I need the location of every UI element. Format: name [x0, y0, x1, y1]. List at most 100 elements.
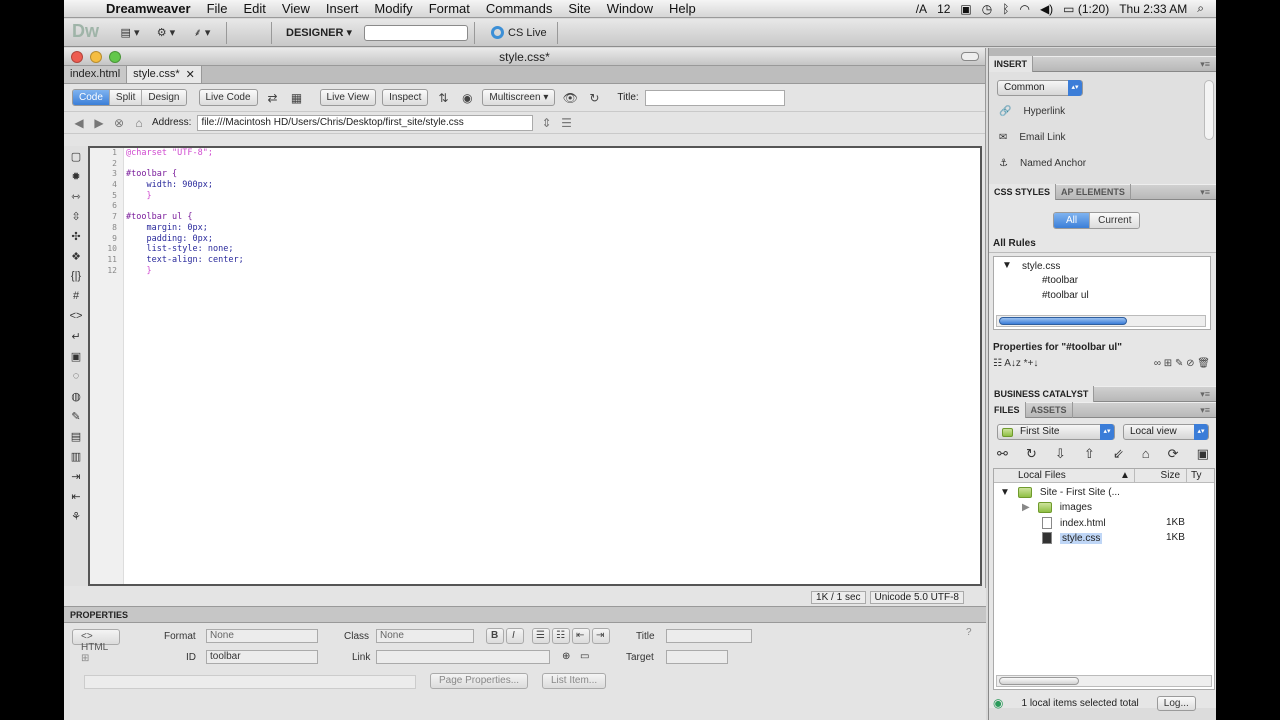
put-files-icon[interactable]: ⇧ [1084, 446, 1095, 462]
line-numbers-icon[interactable]: # [73, 290, 79, 306]
code-line[interactable]: list-style: none; [126, 244, 980, 255]
outdent-code-icon[interactable]: ⇤ [71, 490, 80, 506]
css-all-button[interactable]: All [1054, 213, 1091, 228]
cs-live-button[interactable]: CS Live [491, 26, 547, 39]
code-view-button[interactable]: Code [73, 90, 110, 105]
rule-toolbar[interactable]: #toolbar [1042, 275, 1078, 286]
local-files-column[interactable]: Local Files [994, 469, 1120, 482]
format-source-icon[interactable]: ⚘ [71, 510, 81, 526]
menu-app-name[interactable]: Dreamweaver [98, 1, 199, 16]
panel-menu-icon[interactable]: ▾≡ [1200, 405, 1216, 416]
point-to-file-icon[interactable]: ⊕ [562, 651, 570, 662]
connect-icon[interactable]: ⚯ [997, 446, 1008, 462]
menu-site[interactable]: Site [560, 1, 598, 16]
files-horizontal-scrollbar[interactable] [996, 675, 1212, 687]
file-row-style-css[interactable]: style.css [1042, 532, 1103, 544]
wifi-icon[interactable]: ◠ [1019, 2, 1029, 16]
edit-rule-icon[interactable]: ✎ [1175, 358, 1183, 369]
collapse-triangle-icon[interactable]: ▼ [1000, 487, 1010, 498]
select-parent-tag-icon[interactable]: ❖ [71, 250, 81, 266]
scrollbar-thumb[interactable] [999, 677, 1079, 685]
site-icon[interactable]: ⸙ ▾ [184, 25, 220, 40]
volume-icon[interactable]: ◀) [1040, 2, 1053, 16]
indent-code-icon[interactable]: ⇥ [71, 470, 80, 486]
css-mode-button[interactable]: ⊞ [72, 651, 120, 667]
target-select[interactable] [666, 650, 728, 664]
business-catalyst-tab[interactable]: BUSINESS CATALYST [989, 386, 1095, 402]
insert-hyperlink[interactable]: 🔗 Hyperlink [999, 106, 1065, 117]
ap-elements-tab[interactable]: AP ELEMENTS [1056, 184, 1131, 200]
input-indicator[interactable]: 12 [937, 2, 950, 16]
panel-menu-icon[interactable]: ▾≡ [1200, 389, 1216, 400]
code-line[interactable]: } [126, 266, 980, 277]
live-view-button[interactable]: Live View [319, 89, 377, 106]
code-line[interactable] [126, 159, 980, 170]
bold-button[interactable]: B [486, 628, 504, 644]
check-in-icon[interactable]: ⌂ [1142, 446, 1150, 462]
file-management-icon[interactable]: ▦ [288, 91, 306, 105]
rule-toolbar-ul[interactable]: #toolbar ul [1042, 290, 1089, 301]
stop-icon[interactable]: ⊗ [112, 116, 126, 130]
toolbar-toggle-button[interactable] [961, 52, 979, 61]
file-row-images[interactable]: ▶ images [1022, 502, 1092, 513]
menu-edit[interactable]: Edit [236, 1, 274, 16]
menu-help[interactable]: Help [661, 1, 704, 16]
disable-rule-icon[interactable]: ⊘ [1186, 358, 1194, 369]
size-column[interactable]: Size [1134, 469, 1186, 482]
code-line[interactable]: @charset "UTF-8"; [126, 148, 980, 159]
apply-comment-icon[interactable]: ◌ [73, 370, 80, 386]
browse-folder-icon[interactable]: ▭ [580, 651, 589, 662]
home-icon[interactable]: ⌂ [132, 116, 146, 130]
list-item-button[interactable]: List Item... [542, 673, 607, 689]
get-files-icon[interactable]: ⇩ [1055, 446, 1066, 462]
open-documents-icon[interactable]: ▢ [71, 150, 81, 166]
file-transfer-icon[interactable]: ⇅ [434, 91, 452, 105]
code-editor[interactable]: @charset "UTF-8"; #toolbar { width: 900px… [126, 148, 980, 584]
preview-globe-icon[interactable]: ◉ [458, 91, 476, 105]
spotlight-icon[interactable]: ⌕ [1197, 1, 1204, 16]
browse-icon[interactable]: ⇕ [539, 116, 553, 130]
code-line[interactable]: } [126, 191, 980, 202]
collapse-tag-icon[interactable]: ⇿ [71, 190, 80, 206]
visual-aids-icon[interactable]: 👁 [561, 91, 579, 105]
clock[interactable]: Thu 2:33 AM [1119, 2, 1187, 16]
code-line[interactable] [126, 201, 980, 212]
code-view[interactable]: 1 2 3 4 5 6 7 8 9 10 11 12 @charset "UTF-8"; #toolba… [88, 146, 982, 586]
ordered-list-icon[interactable]: ☷ [552, 628, 570, 644]
split-view-button[interactable]: Split [109, 90, 143, 105]
bluetooth-icon[interactable]: ᛒ [1002, 2, 1009, 16]
adobe-icon[interactable]: /A [916, 2, 927, 16]
recent-snippets-icon[interactable]: ▤ [71, 430, 81, 446]
css-styles-tab[interactable]: CSS STYLES [989, 184, 1057, 200]
collapse-selection-icon[interactable]: ⇳ [71, 210, 80, 226]
tab-index-html[interactable]: index.html [64, 65, 128, 83]
insert-email-link[interactable]: ✉ Email Link [999, 132, 1066, 143]
delete-rule-icon[interactable]: 🗑 [1197, 358, 1210, 369]
wrap-tag-icon[interactable]: ✎ [71, 410, 80, 426]
design-view-button[interactable]: Design [142, 90, 186, 105]
site-root-row[interactable]: ▼ Site - First Site (... [1000, 487, 1120, 498]
code-line[interactable]: padding: 0px; [126, 234, 980, 245]
file-row-index-html[interactable]: index.html [1042, 517, 1106, 529]
search-input[interactable] [364, 24, 469, 41]
refresh-icon[interactable]: ↻ [1026, 446, 1037, 462]
syntax-coloring-icon[interactable]: ▣ [71, 350, 81, 366]
format-select[interactable]: None [206, 629, 318, 643]
html-mode-button[interactable]: <> HTML [72, 629, 120, 653]
menu-format[interactable]: Format [421, 1, 478, 16]
back-arrow-icon[interactable]: ◀ [72, 116, 86, 130]
multiscreen-button[interactable]: Multiscreen ▾ [482, 89, 556, 106]
live-code-button[interactable]: Live Code [198, 89, 258, 106]
title-field[interactable] [666, 629, 752, 643]
type-column[interactable]: Ty [1186, 469, 1214, 482]
expand-all-icon[interactable]: ✣ [71, 230, 80, 246]
site-select[interactable]: First Site [997, 424, 1115, 440]
code-line[interactable]: text-align: center; [126, 255, 980, 266]
menu-commands[interactable]: Commands [478, 1, 560, 16]
stylesheet-node[interactable]: style.css [1022, 261, 1060, 272]
new-css-rule-icon[interactable]: ⊞ [1164, 358, 1172, 369]
files-tab[interactable]: FILES [989, 402, 1026, 418]
move-css-icon[interactable]: ▥ [71, 450, 81, 466]
log-button[interactable]: Log... [1156, 695, 1196, 711]
rules-horizontal-scrollbar[interactable] [996, 315, 1206, 327]
